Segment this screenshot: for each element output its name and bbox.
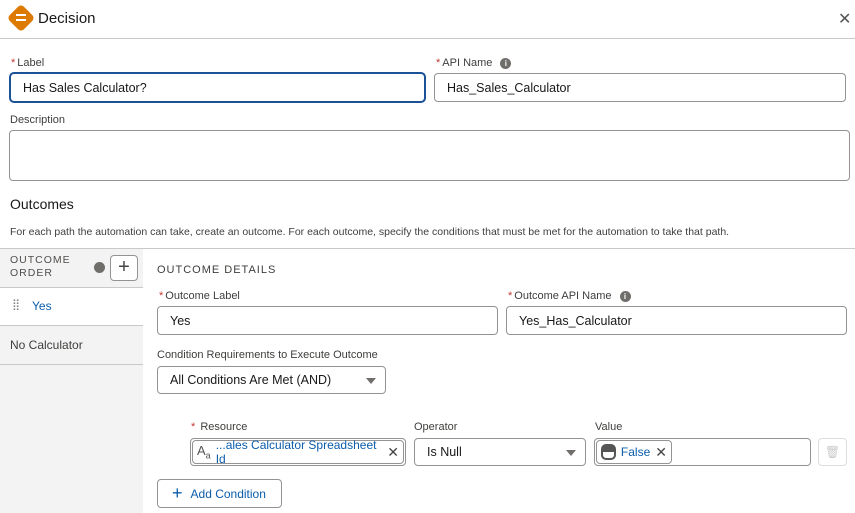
delete-condition-button[interactable]: 🗑 <box>818 438 847 466</box>
api-name-input[interactable]: Has_Sales_Calculator <box>434 73 846 102</box>
outcome-label-input[interactable]: Yes <box>157 306 498 335</box>
remove-icon[interactable]: ✕ <box>387 444 399 461</box>
chevron-down-icon <box>366 378 376 384</box>
text-type-icon: Aa <box>197 443 211 461</box>
drag-handle-icon[interactable]: ⣿ <box>12 298 20 311</box>
api-name-label: API Name <box>442 57 493 69</box>
condition-requirements-label: Condition Requirements to Execute Outcom… <box>157 349 378 361</box>
label-field-label: Label <box>17 57 45 69</box>
description-textarea[interactable] <box>9 130 850 181</box>
operator-select[interactable]: Is Null <box>414 438 586 466</box>
add-condition-button[interactable]: + Add Condition <box>157 479 282 508</box>
label-input[interactable]: Has Sales Calculator? <box>9 72 426 103</box>
resource-input[interactable]: Aa ...ales Calculator Spreadsheet Id ✕ <box>190 438 406 466</box>
outcome-api-name-input[interactable]: Yes_Has_Calculator <box>506 306 847 335</box>
outcome-details-title: OUTCOME DETAILS <box>157 264 277 276</box>
description-label: Description <box>10 114 66 126</box>
outcome-order-panel: OUTCOME ORDER + ⣿ Yes No Calculator <box>0 249 143 513</box>
add-outcome-button[interactable]: + <box>110 255 138 281</box>
resource-pill: Aa ...ales Calculator Spreadsheet Id ✕ <box>192 438 404 466</box>
outcome-item-yes[interactable]: ⣿ Yes <box>0 287 143 326</box>
outcome-label-label: Outcome Label <box>165 290 240 302</box>
chevron-down-icon <box>566 450 576 456</box>
header-title: Decision <box>38 10 96 27</box>
value-pill: False ✕ <box>596 440 672 464</box>
condition-requirements-select[interactable]: All Conditions Are Met (AND) <box>157 366 386 394</box>
operator-label: Operator <box>414 421 458 433</box>
decision-icon <box>6 3 36 33</box>
outcome-order-title: OUTCOME <box>10 254 71 266</box>
resource-label: Resource <box>200 421 248 433</box>
remove-icon[interactable]: ✕ <box>655 444 667 461</box>
outcomes-heading: Outcomes <box>10 196 74 212</box>
info-icon[interactable]: i <box>619 290 631 302</box>
value-label: Value <box>595 421 623 433</box>
toggle-icon <box>601 444 616 460</box>
value-input[interactable]: False ✕ <box>594 438 811 466</box>
outcome-item-no-calculator[interactable]: No Calculator <box>0 326 143 365</box>
trash-icon: 🗑 <box>824 445 841 459</box>
info-icon[interactable] <box>94 262 105 273</box>
plus-icon: + <box>172 483 183 503</box>
header: Decision ✕ <box>0 0 855 39</box>
info-icon[interactable]: i <box>500 57 512 69</box>
close-icon[interactable]: ✕ <box>838 9 851 29</box>
outcome-api-name-label: Outcome API Name <box>514 290 612 302</box>
outcomes-help: For each path the automation can take, c… <box>10 226 730 238</box>
